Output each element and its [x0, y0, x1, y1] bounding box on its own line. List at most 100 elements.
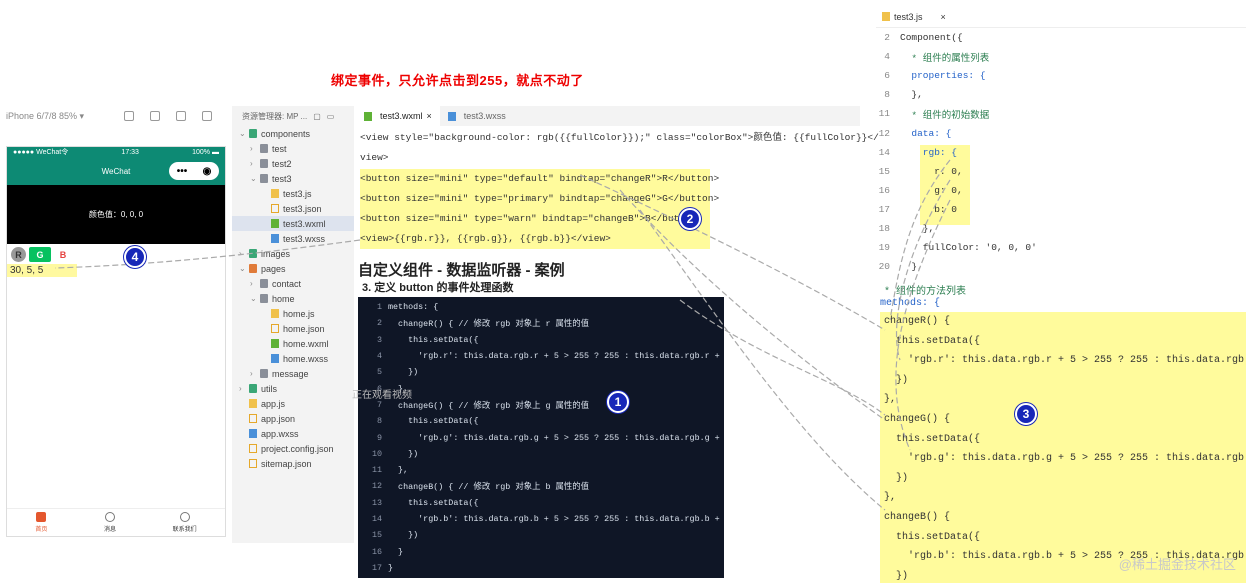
code-line: changeG() {: [884, 414, 951, 425]
file-icon: [271, 324, 279, 333]
button-b[interactable]: B: [54, 247, 72, 262]
button-g[interactable]: G: [29, 247, 51, 262]
tree-item[interactable]: home.wxss: [232, 351, 354, 366]
tree-item[interactable]: › contact: [232, 276, 354, 291]
line-number: 8: [376, 416, 382, 427]
capsule-button[interactable]: ••• ◉: [169, 162, 219, 180]
code-text: data: {: [900, 127, 952, 139]
code-line: 11 },: [358, 462, 724, 478]
status-carrier: ●●●●● WeChat令: [13, 149, 69, 156]
tree-item[interactable]: ⌄ home: [232, 291, 354, 306]
file-icon: [271, 189, 279, 198]
file-icon: [249, 414, 257, 423]
expand-arrow-icon[interactable]: ›: [239, 384, 249, 393]
button-r[interactable]: R: [11, 247, 26, 262]
dark-code-panel: 1 methods: { 2 changeR() { // 修改 rgb 对象上 r…: [358, 297, 724, 578]
line-number: 14: [878, 146, 890, 158]
watermark: @稀土掘金技术社区: [1118, 557, 1236, 572]
folder-icon: [249, 264, 257, 273]
js-file-icon: [882, 12, 890, 21]
tree-item[interactable]: app.js: [232, 396, 354, 411]
expand-arrow-icon[interactable]: ›: [250, 279, 260, 288]
record-icon[interactable]: [150, 111, 160, 121]
line-number: 2: [376, 318, 382, 329]
status-battery: 100% ▬: [192, 148, 219, 156]
expand-arrow-icon[interactable]: ⌄: [239, 264, 249, 273]
line-number: 20: [878, 261, 890, 273]
code-text: changeB() { // 修改 rgb 对象上 b 属性的值: [388, 482, 590, 493]
tree-item[interactable]: test3.json: [232, 201, 354, 216]
expand-arrow-icon[interactable]: ⌄: [250, 174, 260, 183]
tree-item[interactable]: › test: [232, 141, 354, 156]
tree-item[interactable]: app.json: [232, 411, 354, 426]
code-line: 14 rgb: {: [876, 143, 1246, 162]
tree-item-label: test: [272, 143, 287, 154]
file-icon: [249, 429, 257, 438]
tree-item[interactable]: home.json: [232, 321, 354, 336]
new-folder-icon[interactable]: ▭: [327, 112, 335, 121]
file-icon: [271, 309, 279, 318]
code-line: 17 b: 0: [876, 200, 1246, 219]
tree-item[interactable]: › utils: [232, 381, 354, 396]
code-line: }): [884, 374, 909, 386]
tab-test3-js[interactable]: test3.js ×: [876, 6, 1246, 28]
contact-icon: [179, 512, 190, 522]
tree-item-label: test3: [272, 173, 292, 184]
tree-item[interactable]: home.js: [232, 306, 354, 321]
expand-arrow-icon[interactable]: ›: [250, 369, 260, 378]
status-time: 17:33: [121, 148, 139, 156]
more-icon[interactable]: •••: [177, 166, 188, 177]
expand-arrow-icon[interactable]: ⌄: [250, 294, 260, 303]
tab-message[interactable]: 消息: [104, 512, 116, 533]
line-number: 4: [376, 351, 382, 362]
code-text: * 组件的属性列表: [900, 52, 990, 64]
file-icon: [271, 354, 279, 363]
tree-item[interactable]: test3.js: [232, 186, 354, 201]
code-line: 7 changeG() { // 修改 rgb 对象上 g 属性的值: [358, 397, 724, 413]
tree-item[interactable]: sitemap.json: [232, 456, 354, 471]
tree-item[interactable]: test3.wxss: [232, 231, 354, 246]
folder-icon: [260, 159, 268, 168]
tree-item[interactable]: home.wxml: [232, 336, 354, 351]
code-line: 10 }): [358, 446, 724, 462]
home-icon: [36, 512, 47, 522]
tree-item-label: home.json: [283, 323, 325, 334]
tree-item[interactable]: › test2: [232, 156, 354, 171]
code-text: changeR() { // 修改 rgb 对象上 r 属性的值: [388, 319, 590, 330]
tree-item[interactable]: › images: [232, 246, 354, 261]
code-line: 16 g: 0,: [876, 181, 1246, 200]
tab-test3-wxml[interactable]: test3.wxml ×: [356, 106, 440, 126]
line-number: 14: [371, 514, 382, 524]
rotate-icon[interactable]: [202, 111, 212, 121]
code-text: this.setData({: [388, 334, 479, 345]
code-text: },: [900, 222, 935, 234]
tree-item[interactable]: ⌄ test3: [232, 171, 354, 186]
tree-item[interactable]: › message: [232, 366, 354, 381]
close-icon[interactable]: ×: [427, 111, 432, 121]
volume-icon[interactable]: [176, 111, 186, 121]
close-icon[interactable]: ×: [941, 12, 946, 22]
tab-test3-wxss[interactable]: test3.wxss: [440, 106, 514, 126]
close-circle-icon[interactable]: ◉: [203, 166, 212, 177]
message-icon: [104, 512, 115, 522]
tab-contact[interactable]: 联系我们: [173, 512, 197, 533]
line-number: 12: [878, 127, 890, 139]
expand-arrow-icon[interactable]: ›: [250, 159, 260, 168]
tree-item[interactable]: ⌄ pages: [232, 261, 354, 276]
tab-home[interactable]: 首页: [35, 512, 47, 533]
code-line: changeB() {: [884, 512, 951, 523]
tree-item[interactable]: project.config.json: [232, 441, 354, 456]
new-file-icon[interactable]: ▢: [313, 112, 321, 121]
line-number: 16: [878, 184, 890, 196]
code-line: 12 changeB() { // 修改 rgb 对象上 b 属性的值: [358, 478, 724, 494]
tree-item[interactable]: ⌄ components: [232, 126, 354, 141]
code-line: 1 methods: {: [358, 299, 724, 315]
expand-arrow-icon[interactable]: ›: [239, 249, 249, 258]
tree-item[interactable]: app.wxss: [232, 426, 354, 441]
expand-arrow-icon[interactable]: ⌄: [239, 129, 249, 138]
phone-icon[interactable]: [124, 111, 134, 121]
tree-item[interactable]: test3.wxml: [232, 216, 354, 231]
device-selector[interactable]: iPhone 6/7/8 85% ▾: [6, 111, 124, 122]
expand-arrow-icon[interactable]: ›: [250, 144, 260, 153]
code-text: },: [900, 261, 923, 273]
